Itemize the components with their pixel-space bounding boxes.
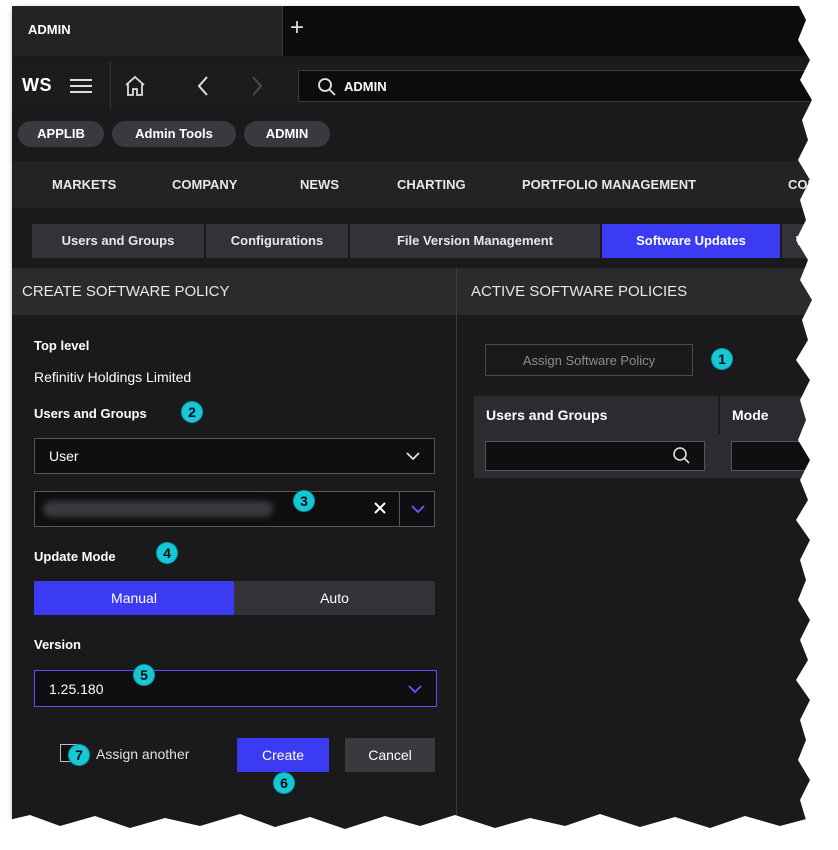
torn-edge-decoration (0, 0, 838, 850)
